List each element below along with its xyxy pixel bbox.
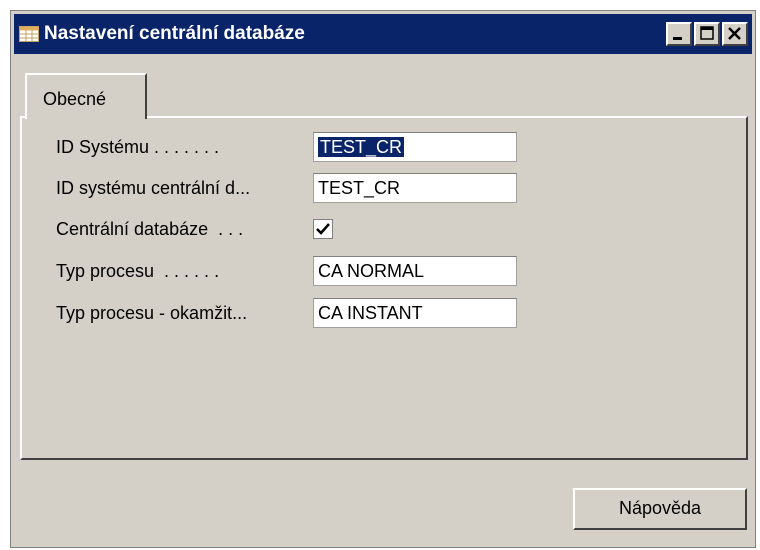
tab-general[interactable]: Obecné — [25, 73, 147, 119]
maximize-icon — [700, 26, 714, 40]
process-type-field[interactable]: CA NORMAL — [313, 256, 517, 286]
table-icon — [19, 26, 39, 42]
field-label-central-database: Centrální databáze . . . — [56, 219, 244, 239]
tab-label: Obecné — [43, 89, 107, 109]
field-label-central-system-id: ID systému centrální d... — [56, 178, 251, 198]
field-label-process-type: Typ procesu . . . . . . — [56, 261, 220, 281]
field-label-system-id: ID Systému . . . . . . . — [56, 137, 220, 157]
central-system-id-field[interactable]: TEST_CR — [313, 173, 517, 203]
window-title: Nastavení centrální databáze — [44, 23, 305, 44]
minimize-button[interactable] — [666, 22, 692, 46]
checkmark-icon — [316, 223, 330, 235]
system-id-value: TEST_CR — [318, 137, 405, 157]
central-database-checkbox[interactable] — [313, 219, 333, 239]
close-icon — [728, 27, 741, 40]
title-bar[interactable]: Nastavení centrální databáze — [14, 14, 752, 54]
help-button[interactable]: Nápověda — [573, 488, 747, 530]
tab-panel — [20, 116, 748, 460]
field-label-process-type-instant: Typ procesu - okamžit... — [56, 303, 248, 323]
minimize-icon — [673, 37, 682, 40]
system-id-field[interactable]: TEST_CR — [313, 132, 517, 162]
maximize-button[interactable] — [694, 22, 720, 46]
process-type-instant-field[interactable]: CA INSTANT — [313, 298, 517, 328]
close-button[interactable] — [722, 22, 748, 46]
